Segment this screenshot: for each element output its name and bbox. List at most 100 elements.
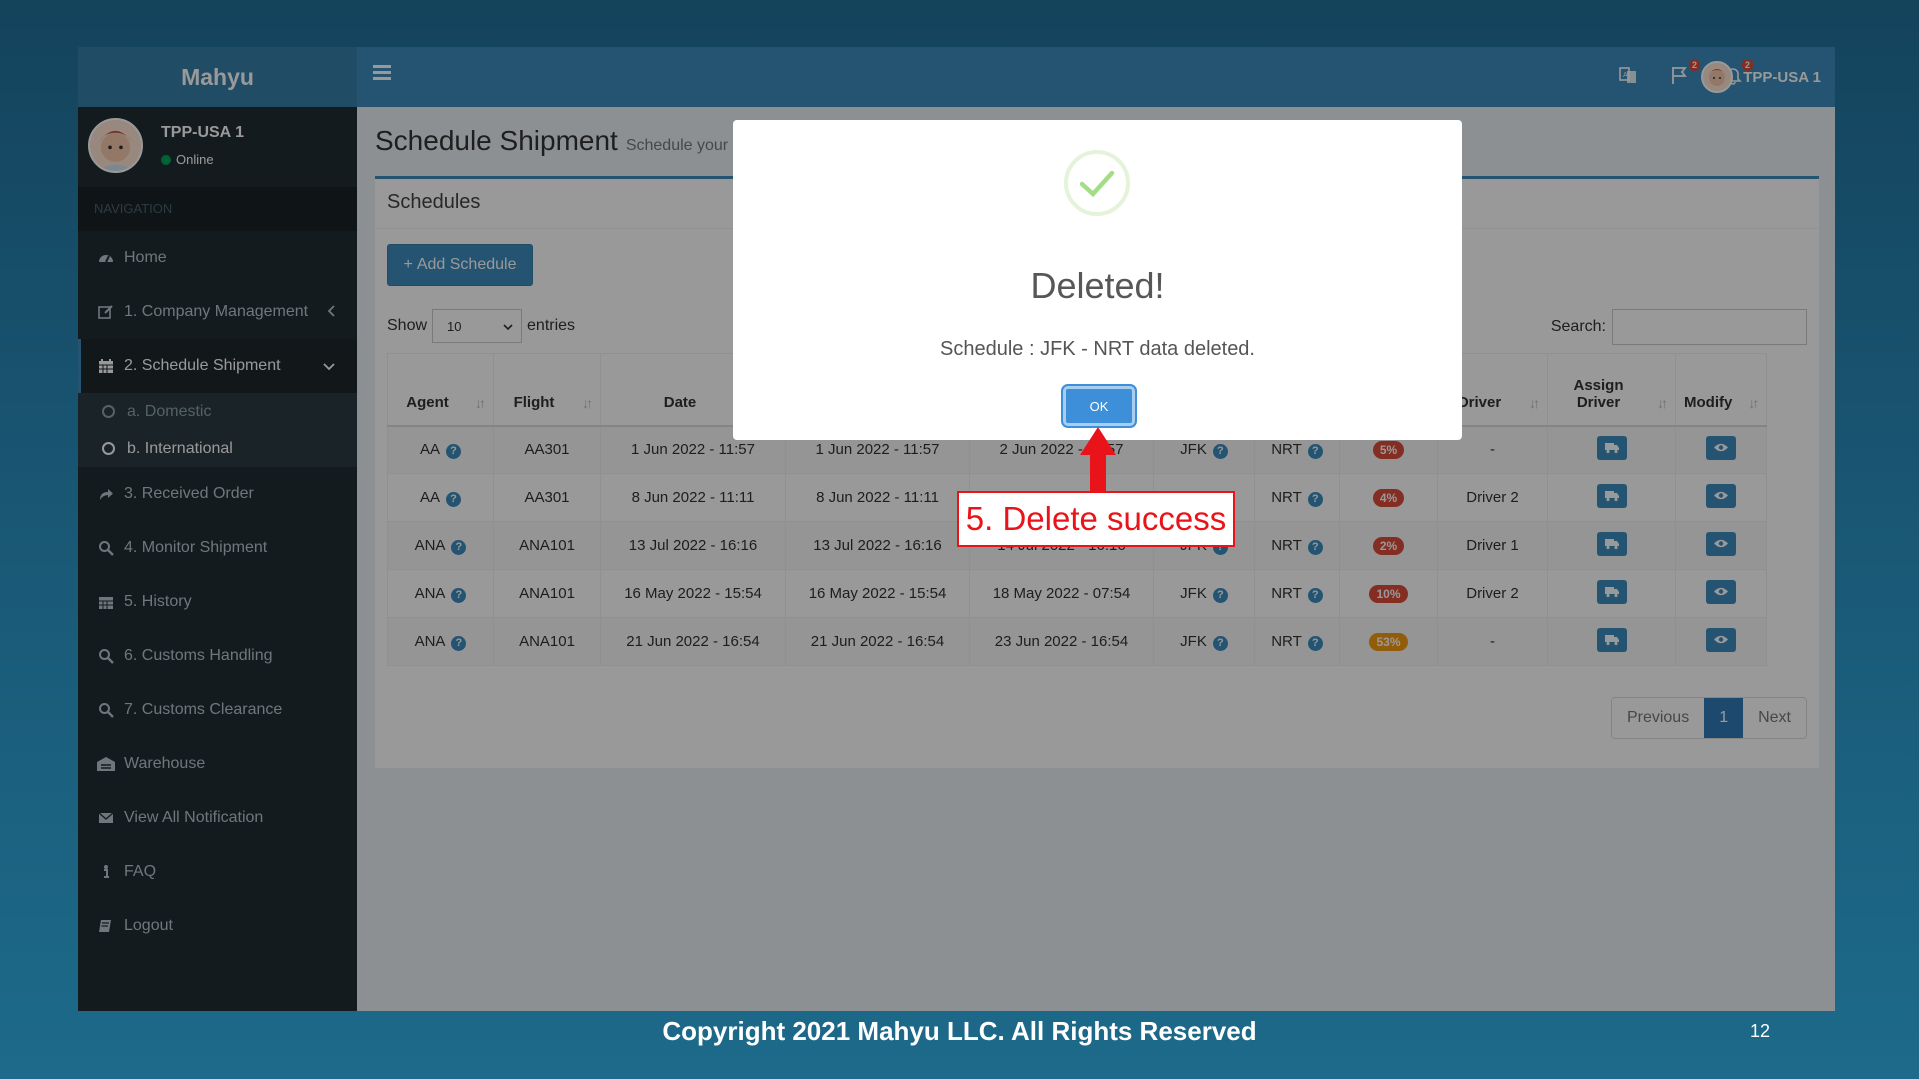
search-label: Search: — [1550, 318, 1606, 335]
progress-badge: 4% — [1372, 488, 1405, 507]
cell-flight: AA301 — [493, 425, 601, 474]
help-icon[interactable]: ? — [1307, 635, 1323, 651]
cell-date-3: 2 Jun 2022 - 11:57 — [969, 425, 1154, 474]
sidebar-item-customs-clearance[interactable]: 7. Customs Clearance — [78, 683, 357, 737]
column-header-modify[interactable]: Modify ↓↑ — [1674, 353, 1768, 427]
help-icon[interactable]: ? — [451, 587, 467, 603]
sort-icon: ↓↑ — [1529, 394, 1540, 411]
view-button[interactable] — [1706, 627, 1737, 652]
help-icon[interactable]: ? — [446, 443, 461, 459]
assign-driver-button[interactable] — [1596, 627, 1627, 652]
sidebar-item-schedule-shipment[interactable]: 2. Schedule Shipment — [78, 339, 357, 393]
sidebar-item-company-management[interactable]: 1. Company Management — [78, 285, 357, 339]
slide-page-number: 12 — [1750, 1021, 1771, 1041]
sort-icon: ↓↑ — [1748, 394, 1759, 411]
view-button[interactable] — [1706, 483, 1737, 508]
assign-driver-button[interactable] — [1596, 531, 1627, 556]
sidebar-item-notifications[interactable]: View All Notification — [78, 791, 357, 845]
help-icon[interactable]: ? — [1307, 443, 1323, 459]
help-icon[interactable]: ? — [1212, 587, 1228, 603]
help-icon[interactable]: ? — [451, 635, 467, 651]
assign-driver-button[interactable] — [1596, 579, 1627, 604]
envelope-icon — [96, 811, 116, 825]
current-page-button[interactable]: 1 — [1704, 698, 1744, 738]
view-button[interactable] — [1706, 531, 1737, 556]
column-header-driver[interactable]: Driver ↓↑ — [1437, 353, 1548, 427]
user-menu[interactable]: TPP-USA 1 — [1701, 59, 1821, 95]
column-header-agent[interactable]: Agent ↓↑ — [387, 353, 494, 427]
page-title: Schedule Shipment Schedule your — [375, 125, 728, 157]
column-header-5[interactable] — [1153, 353, 1255, 427]
sort-icon: ↓↑ — [475, 394, 486, 411]
column-header-date[interactable]: Date — [600, 353, 786, 427]
sidebar-item-history[interactable]: 5. History — [78, 575, 357, 629]
sidebar-item-logout[interactable]: Logout — [78, 899, 357, 953]
column-header-flight[interactable]: Flight ↓↑ — [493, 353, 601, 427]
help-icon[interactable]: ? — [1307, 539, 1323, 555]
language-icon[interactable]: A — [1618, 65, 1642, 89]
sidebar-item-faq[interactable]: FAQ — [78, 845, 357, 899]
sidebar-subitem-domestic[interactable]: a. Domestic — [78, 393, 357, 430]
cell-modify — [1674, 473, 1768, 522]
column-header-assign-driver[interactable]: Assign Driver ↓↑ — [1547, 353, 1676, 427]
sidebar-item-customs-handling[interactable]: 6. Customs Handling — [78, 629, 357, 683]
cell-flight: ANA101 — [493, 617, 601, 666]
help-icon[interactable]: ? — [1212, 635, 1228, 651]
help-icon[interactable]: ? — [451, 539, 467, 555]
search-icon — [96, 648, 116, 664]
cell-assign-driver — [1547, 521, 1676, 570]
sidebar-item-warehouse[interactable]: Warehouse — [78, 737, 357, 791]
page-subtitle: Schedule your — [625, 137, 729, 154]
add-schedule-button[interactable]: + Add Schedule — [387, 244, 533, 286]
view-button[interactable] — [1706, 579, 1737, 604]
book-icon — [96, 918, 116, 934]
help-icon[interactable]: ? — [1307, 587, 1323, 603]
cell-progress: 53% — [1339, 617, 1438, 666]
page-length-select[interactable]: 10 — [432, 309, 523, 343]
agent-text: AA — [419, 440, 440, 458]
view-button[interactable] — [1706, 435, 1737, 460]
destination-text: NRT — [1271, 632, 1302, 650]
cell-assign-driver — [1547, 425, 1676, 474]
cell-modify — [1674, 521, 1768, 570]
column-header-6[interactable] — [1254, 353, 1340, 427]
cell-date-2: 8 Jun 2022 - 11:11 — [785, 473, 970, 522]
sidebar-item-received-order[interactable]: 3. Received Order — [78, 467, 357, 521]
dashboard-icon — [96, 250, 116, 266]
help-icon[interactable]: ? — [446, 491, 461, 507]
previous-page-button[interactable]: Previous — [1611, 698, 1705, 738]
sidebar-item-label: Warehouse — [124, 755, 206, 772]
sidebar-subitem-international[interactable]: b. International — [78, 430, 357, 467]
destination-text: NRT — [1271, 488, 1302, 506]
assign-driver-button[interactable] — [1596, 435, 1627, 460]
next-page-button[interactable]: Next — [1743, 698, 1806, 738]
calendar-icon — [96, 358, 116, 374]
sidebar-item-monitor-shipment[interactable]: 4. Monitor Shipment — [78, 521, 357, 575]
cell-destination: NRT? — [1254, 473, 1340, 522]
table-header-row: Agent ↓↑ Flight ↓↑ Date Driver ↓↑ Assign Dr… — [387, 353, 1768, 427]
cell-flight: ANA101 — [493, 521, 601, 570]
assign-driver-button[interactable] — [1596, 483, 1627, 508]
help-icon[interactable]: ? — [1212, 539, 1228, 555]
app-logo[interactable]: Mahyu — [78, 47, 357, 107]
search-input[interactable] — [1612, 309, 1807, 345]
sidebar-item-home[interactable]: Home — [78, 231, 357, 285]
sidebar-item-label: 1. Company Management — [124, 303, 309, 320]
column-header-4[interactable] — [969, 353, 1154, 427]
cell-modify — [1674, 425, 1768, 474]
help-icon[interactable]: ? — [1307, 491, 1323, 507]
menu-toggle-icon[interactable] — [373, 65, 391, 81]
status-text: Online — [176, 152, 214, 167]
help-icon[interactable]: ? — [1212, 443, 1228, 459]
cell-flight: AA301 — [493, 473, 601, 522]
cell-agent: ANA? — [387, 521, 494, 570]
column-header-7[interactable] — [1339, 353, 1438, 427]
online-dot-icon — [161, 154, 171, 165]
chevron-down-icon — [323, 358, 335, 376]
user-panel: TPP-USA 1 Online — [78, 107, 357, 187]
destination-text: NRT — [1271, 584, 1302, 602]
cell-driver: Driver 2 — [1437, 569, 1548, 618]
column-header-3[interactable] — [785, 353, 970, 427]
flag-icon[interactable]: 2 — [1670, 59, 1700, 89]
svg-text:A: A — [1623, 71, 1628, 79]
